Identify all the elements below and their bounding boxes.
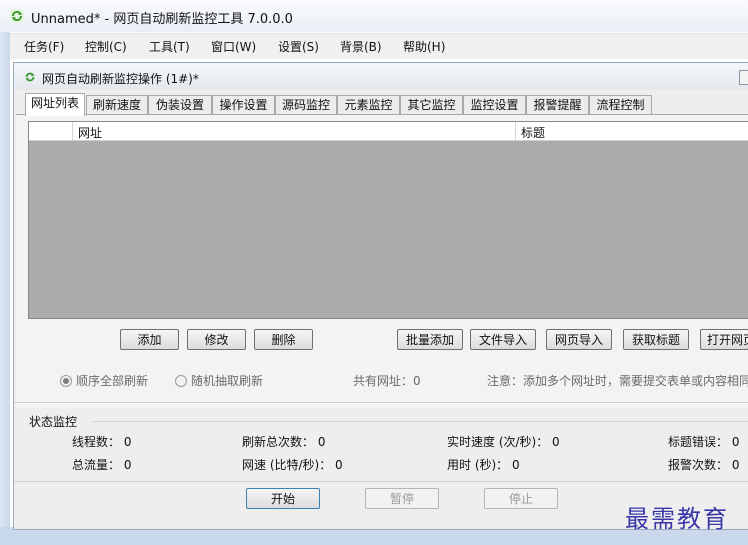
menu-window[interactable]: 窗口(W) <box>211 38 256 55</box>
batch-add-button[interactable]: 批量添加 <box>397 329 463 350</box>
title-errors: 标题错误： 0 <box>668 435 740 449</box>
threads-count: 线程数： 0 <box>72 435 132 449</box>
window-titlebar[interactable]: Unnamed* - 网页自动刷新监控工具 7.0.0.0 <box>0 0 748 32</box>
file-import-button[interactable]: 文件导入 <box>470 329 536 350</box>
web-import-button[interactable]: 网页导入 <box>546 329 612 350</box>
status-group-title: 状态监控 <box>29 415 78 429</box>
column-divider <box>515 122 516 140</box>
menu-tools[interactable]: 工具(T) <box>149 38 190 55</box>
open-web-button[interactable]: 打开网页 <box>700 329 748 350</box>
start-button[interactable]: 开始 <box>246 488 320 509</box>
delete-button[interactable]: 删除 <box>254 329 313 350</box>
menu-settings[interactable]: 设置(S) <box>278 38 319 55</box>
window-title: Unnamed* - 网页自动刷新监控工具 7.0.0.0 <box>31 12 293 27</box>
watermark: 最需教育 <box>625 505 729 533</box>
minimize-button[interactable] <box>739 70 748 85</box>
table-header: 网址 标题 <box>29 122 748 141</box>
stop-button[interactable]: 停止 <box>484 488 558 509</box>
tab-flow-control[interactable]: 流程控制 <box>589 95 652 115</box>
menu-bar: 任务(F) 控制(C) 工具(T) 窗口(W) 设置(S) 背景(B) 帮助(H… <box>10 33 748 59</box>
tab-element-monitor[interactable]: 元素监控 <box>337 95 400 115</box>
menu-task[interactable]: 任务(F) <box>24 38 64 55</box>
tab-disguise[interactable]: 伪装设置 <box>148 95 212 115</box>
pause-button[interactable]: 暂停 <box>365 488 439 509</box>
realtime-speed: 实时速度 (次/秒)： 0 <box>447 435 560 449</box>
column-header-url[interactable]: 网址 <box>78 124 102 141</box>
random-label[interactable]: 随机抽取刷新 <box>191 372 263 389</box>
menu-help[interactable]: 帮助(H) <box>403 38 445 55</box>
net-speed: 网速 (比特/秒)： 0 <box>242 458 343 472</box>
child-window: 网页自动刷新监控操作 (1#)* 网址列表 刷新速度 伪装设置 操作设置 源码监… <box>13 62 748 530</box>
divider <box>14 402 748 403</box>
group-border <box>92 421 748 422</box>
add-button[interactable]: 添加 <box>120 329 179 350</box>
note-text: 注意：添加多个网址时，需要提交表单或内容相同的 <box>487 374 748 388</box>
sequential-label[interactable]: 顺序全部刷新 <box>76 372 148 389</box>
refresh-icon <box>10 9 24 23</box>
child-titlebar[interactable]: 网页自动刷新监控操作 (1#)* <box>14 63 748 90</box>
child-title: 网页自动刷新监控操作 (1#)* <box>42 72 199 86</box>
window-frame-left <box>0 32 10 545</box>
get-title-button[interactable]: 获取标题 <box>623 329 689 350</box>
menu-background[interactable]: 背景(B) <box>340 38 382 55</box>
sequential-radio[interactable] <box>60 375 72 387</box>
alarm-count: 报警次数： 0 <box>668 458 740 472</box>
tab-operation[interactable]: 操作设置 <box>212 95 275 115</box>
total-traffic: 总流量： 0 <box>72 458 132 472</box>
menu-control[interactable]: 控制(C) <box>85 38 127 55</box>
tab-alarm[interactable]: 报警提醒 <box>526 95 589 115</box>
column-divider <box>72 122 73 140</box>
tab-refresh-speed[interactable]: 刷新速度 <box>86 95 148 115</box>
edit-button[interactable]: 修改 <box>187 329 246 350</box>
random-radio[interactable] <box>175 375 187 387</box>
elapsed-time: 用时 (秒)： 0 <box>447 458 520 472</box>
refresh-total: 刷新总次数： 0 <box>242 435 326 449</box>
total-urls: 共有网址：0 <box>353 374 421 388</box>
column-header-title[interactable]: 标题 <box>521 124 545 141</box>
url-table[interactable]: 网址 标题 <box>28 121 748 319</box>
tab-monitor-settings[interactable]: 监控设置 <box>463 95 526 115</box>
tab-url-list[interactable]: 网址列表 <box>25 93 85 116</box>
divider <box>14 481 748 482</box>
refresh-icon <box>25 72 35 82</box>
tab-panel: 网址 标题 添加 修改 删除 批量添加 文件导入 网页导入 获取标题 打开网页 <box>16 114 748 408</box>
tab-other-monitor[interactable]: 其它监控 <box>400 95 463 115</box>
tab-source-monitor[interactable]: 源码监控 <box>275 95 337 115</box>
